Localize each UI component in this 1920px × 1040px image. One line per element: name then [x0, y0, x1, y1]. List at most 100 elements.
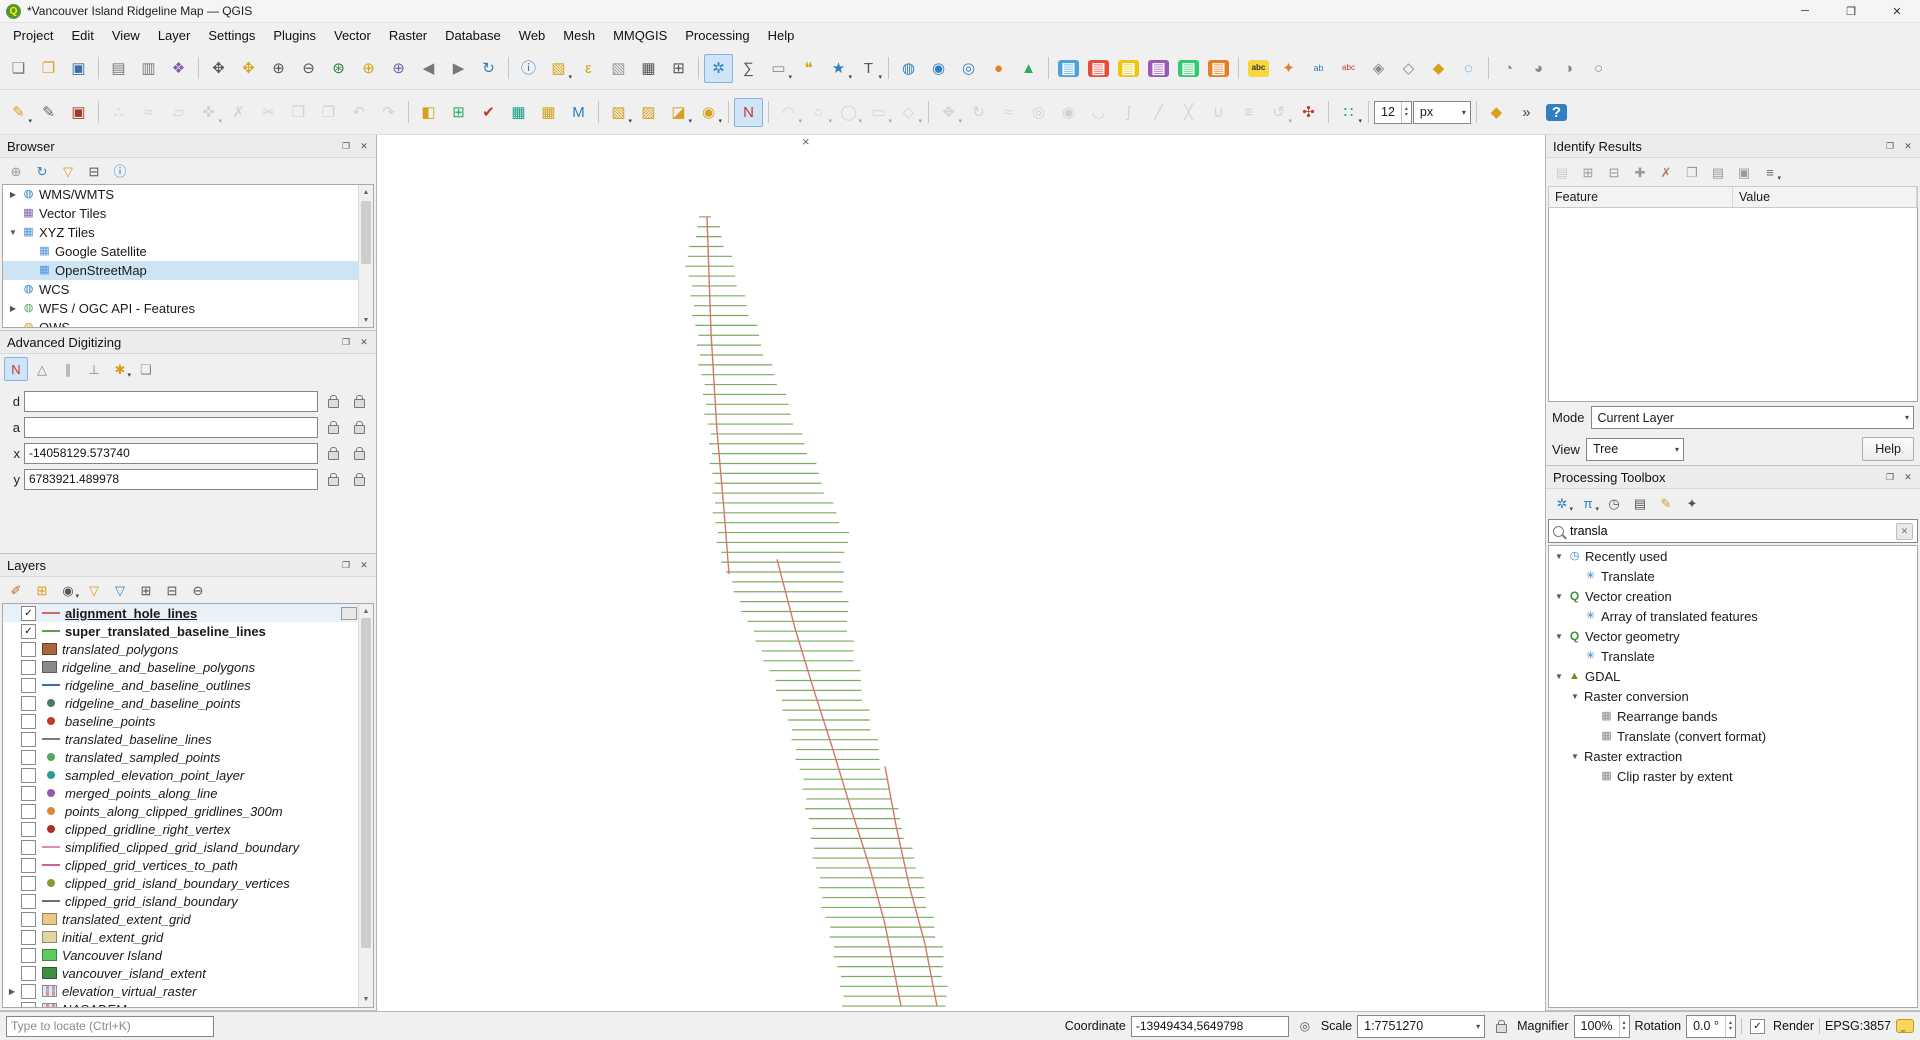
browser-filter-button[interactable]: ▽	[56, 159, 80, 183]
minimize-button[interactable]: ─	[1782, 0, 1828, 22]
processing-search-input[interactable]	[1568, 523, 1892, 539]
parallel-button[interactable]: ∥	[56, 357, 80, 381]
menu-layer[interactable]: Layer	[149, 25, 200, 46]
layers-close-button[interactable]: ✕	[356, 558, 372, 573]
layer-item-clipped-gridline-right-vertex[interactable]: clipped_gridline_right_vertex	[3, 820, 373, 838]
layer-item-translated-sampled-points[interactable]: translated_sampled_points	[3, 748, 373, 766]
layer-item-alignment-hole-lines[interactable]: ✓ alignment_hole_lines	[3, 604, 373, 623]
menu-processing[interactable]: Processing	[676, 25, 758, 46]
ptb-item-array-of-translated-features[interactable]: ✳ Array of translated features	[1549, 606, 1917, 626]
georeferencer-button[interactable]: ⊞	[444, 98, 473, 127]
menu-help[interactable]: Help	[759, 25, 804, 46]
crs-status-button[interactable]: EPSG:3857	[1825, 1019, 1891, 1033]
scroll-thumb[interactable]	[361, 618, 371, 949]
scale-combo[interactable]: 1:7751270 ▾	[1357, 1014, 1486, 1038]
zoom-in-button[interactable]: ⊕	[264, 54, 293, 83]
render-checkbox[interactable]: ✓	[1749, 1018, 1765, 1034]
lock-d-button[interactable]	[322, 390, 344, 412]
diagram-pin-button[interactable]: ◕	[1524, 54, 1553, 83]
layer-checkbox[interactable]	[21, 929, 36, 945]
plugin-chip-1[interactable]: ▤	[1054, 54, 1083, 83]
browser-item-wms-wmts[interactable]: ▶ ◍ WMS/WMTS	[3, 185, 373, 204]
plugin-chip-6[interactable]: ▤	[1204, 54, 1233, 83]
cad-floater-button[interactable]: ❏	[134, 357, 158, 381]
expander-icon[interactable]: ▼	[1552, 632, 1566, 641]
lock-a-button[interactable]	[322, 416, 344, 438]
layer-checkbox[interactable]	[21, 803, 36, 819]
cad-enable-button[interactable]: N	[4, 357, 28, 382]
layer-checkbox[interactable]	[21, 857, 36, 873]
rotation-spinbox[interactable]: 0.0 ° ▴ ▾	[1686, 1014, 1736, 1038]
close-button[interactable]: ✕	[1874, 0, 1920, 22]
identify-settings-button[interactable]: ≡ ▾	[1758, 160, 1782, 184]
layers-float-button[interactable]: ❐	[338, 558, 354, 573]
menu-view[interactable]: View	[103, 25, 149, 46]
identify-results-table[interactable]	[1548, 208, 1918, 402]
history-button[interactable]: ◷	[1602, 491, 1626, 515]
browser-item-xyz-tiles[interactable]: ▼ ▦ XYZ Tiles	[3, 223, 373, 242]
layer-item-baseline-points[interactable]: baseline_points	[3, 712, 373, 730]
expander-icon[interactable]: ▼	[1552, 552, 1566, 561]
scrollbar[interactable]: ▲ ▼	[358, 604, 373, 1007]
menu-edit[interactable]: Edit	[62, 25, 102, 46]
repeating-lock-a-button[interactable]	[348, 416, 370, 438]
snap-common-angles-button[interactable]: ✱ ▾	[108, 357, 132, 381]
layer-checkbox[interactable]	[21, 767, 36, 783]
osm-place-search-button[interactable]: ●	[984, 54, 1013, 83]
repeating-lock-x-button[interactable]	[348, 442, 370, 464]
layer-item-elevation-virtual-raster[interactable]: ▶ elevation_virtual_raster	[3, 982, 373, 1000]
new-print-layout-button[interactable]: ▤	[104, 54, 133, 83]
expander-icon[interactable]: ▶	[6, 304, 20, 313]
layer-item-sampled-elevation-point-layer[interactable]: sampled_elevation_point_layer	[3, 766, 373, 784]
new-project-button[interactable]: ❏	[4, 54, 33, 83]
menu-mmqgis[interactable]: MMQGIS	[604, 25, 676, 46]
menu-settings[interactable]: Settings	[199, 25, 264, 46]
label-rotate-button[interactable]: ◌	[1454, 54, 1483, 83]
layer-item-ridgeline-and-baseline-outlines[interactable]: ridgeline_and_baseline_outlines	[3, 676, 373, 694]
browser-close-button[interactable]: ✕	[356, 139, 372, 154]
label-pin-button[interactable]: ◈	[1364, 54, 1393, 83]
expander-icon[interactable]: ▶	[6, 1005, 18, 1007]
menu-plugins[interactable]: Plugins	[264, 25, 325, 46]
plugin-chip-2[interactable]: ▤	[1084, 54, 1113, 83]
expander-icon[interactable]: ▶	[6, 987, 18, 996]
select-by-expression-button[interactable]: ε	[574, 54, 603, 83]
layer-item-merged-points-along-line[interactable]: merged_points_along_line	[3, 784, 373, 802]
browser-item-wfs-ogc-api-features[interactable]: ▶ ◍ WFS / OGC API - Features	[3, 299, 373, 318]
layer-checkbox[interactable]	[21, 713, 36, 729]
advanced-digitizing-toggle[interactable]: N	[734, 97, 763, 127]
plugin-chip-5[interactable]: ▤	[1174, 54, 1203, 83]
layer-item-points-along-clipped-gridlines-300m[interactable]: points_along_clipped_gridlines_300m	[3, 802, 373, 820]
layer-item-clipped-grid-island-boundary-vertices[interactable]: clipped_grid_island_boundary_vertices	[3, 874, 373, 892]
ptb-item-vector-geometry[interactable]: ▼ Q Vector geometry	[1549, 626, 1917, 646]
identify-close-button[interactable]: ✕	[1900, 139, 1916, 154]
identify-features-button[interactable]: ⓘ	[514, 54, 543, 83]
layer-styling-button[interactable]: ✐	[4, 578, 28, 602]
layer-checkbox[interactable]	[21, 893, 36, 909]
expander-icon[interactable]: ▼	[1552, 672, 1566, 681]
scripts-button[interactable]: π ▾	[1576, 491, 1600, 515]
browser-float-button[interactable]: ❐	[338, 139, 354, 154]
magnifier-spinbox[interactable]: 100% ▴ ▾	[1573, 1014, 1630, 1038]
select-features-button[interactable]: ▧ ▾	[544, 54, 573, 83]
layer-item-vancouver-island-extent[interactable]: vancouver_island_extent	[3, 964, 373, 982]
layer-checkbox[interactable]	[21, 911, 36, 927]
lock-x-button[interactable]	[322, 442, 344, 464]
ptb-item-raster-extraction[interactable]: ▼ Raster extraction	[1549, 746, 1917, 766]
menu-web[interactable]: Web	[510, 25, 555, 46]
mesh-calculator-button[interactable]: ▦	[504, 98, 533, 127]
browser-item-ows[interactable]: ◍ OWS	[3, 318, 373, 327]
results-viewer-button[interactable]: ▤	[1628, 491, 1652, 515]
zoom-to-selection-button[interactable]: ⊕	[354, 54, 383, 83]
locate-input[interactable]	[6, 1015, 214, 1037]
expander-icon[interactable]: ▼	[1568, 692, 1582, 701]
layer-checkbox[interactable]	[21, 821, 36, 837]
deselect-features-button[interactable]: ▧	[604, 54, 633, 83]
ptb-float-button[interactable]: ❐	[1882, 470, 1898, 485]
zoom-out-button[interactable]: ⊖	[294, 54, 323, 83]
menu-database[interactable]: Database	[436, 25, 510, 46]
ptb-item-recently-used[interactable]: ▼ ◷ Recently used	[1549, 546, 1917, 566]
layer-checkbox[interactable]	[21, 641, 36, 657]
new-3d-map-button[interactable]: ◧	[414, 98, 443, 127]
open-project-button[interactable]: ❐	[34, 54, 63, 83]
